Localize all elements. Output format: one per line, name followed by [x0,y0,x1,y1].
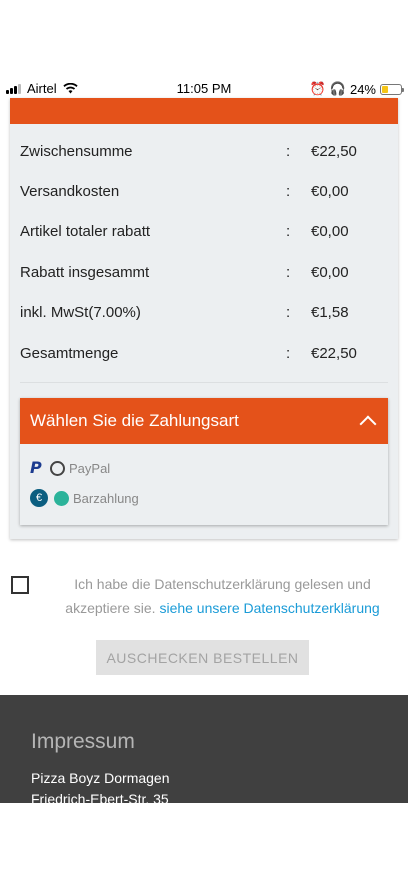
summary-row-subtotal: Zwischensumme : €22,50 [20,139,388,163]
payment-header[interactable]: Wählen Sie die Zahlungsart [20,398,388,444]
footer: Impressum Pizza Boyz Dormagen Friedrich-… [0,695,408,803]
summary-colon: : [286,344,291,362]
summary-label: Rabatt insgesammt [20,263,150,281]
summary-row-shipping: Versandkosten : €0,00 [20,179,388,203]
card-header-bar [10,98,398,124]
summary-row-total-discount: Rabatt insgesammt : €0,00 [20,260,388,284]
summary-row-item-discount: Artikel totaler rabatt : €0,00 [20,219,388,243]
footer-company: Pizza Boyz Dormagen [31,770,170,786]
privacy-consent: Ich habe die Datenschutzerklärung gelese… [0,572,408,622]
status-right: ⏰ 🎧 24% [309,81,404,97]
summary-colon: : [286,182,291,200]
summary-row-vat: inkl. MwSt(7.00%) : €1,58 [20,300,388,324]
summary-colon: : [286,222,291,240]
payment-option-label: Barzahlung [73,490,139,506]
consent-text: Ich habe die Datenschutzerklärung gelese… [50,572,395,620]
payment-option-cash[interactable]: € Barzahlung [30,488,139,508]
paypal-icon: P [30,458,42,477]
summary-label: Zwischensumme [20,142,133,160]
summary-label: Versandkosten [20,182,120,200]
divider [20,382,388,383]
summary-colon: : [286,263,291,281]
summary-label: Gesamtmenge [20,344,119,362]
chevron-up-icon[interactable] [359,415,377,433]
summary-value: €1,58 [311,303,349,321]
footer-title: Impressum [31,730,135,753]
summary-label: Artikel totaler rabatt [20,222,151,240]
battery-percent: 24% [349,81,376,97]
privacy-policy-link[interactable]: siehe unsere Datenschutzerklärung [159,600,379,616]
payment-option-label: PayPal [69,460,111,476]
summary-value: €0,00 [311,263,349,281]
cash-icon: € [30,489,48,507]
status-bar: Airtel 11:05 PM ⏰ 🎧 24% [0,78,408,100]
headphones-icon: 🎧 [329,81,346,96]
summary-value: €22,50 [311,142,357,160]
payment-method-panel: Wählen Sie die Zahlungsart P PayPal € Ba… [20,398,388,525]
summary-value: €22,50 [311,344,357,362]
privacy-checkbox[interactable] [11,576,29,594]
summary-value: €0,00 [311,182,349,200]
payment-title: Wählen Sie die Zahlungsart [30,411,239,430]
summary-colon: : [286,142,291,160]
battery-icon [380,83,404,95]
payment-option-paypal[interactable]: P PayPal [30,458,110,478]
footer-address: Friedrich-Ebert-Str. 35 [31,791,169,803]
summary-value: €0,00 [311,222,349,240]
alarm-icon: ⏰ [309,81,326,96]
cash-radio[interactable] [54,490,69,506]
paypal-radio[interactable] [50,460,65,476]
summary-label: inkl. MwSt(7.00%) [20,303,141,321]
summary-row-grand-total: Gesamtmenge : €22,50 [20,341,388,365]
checkout-button[interactable]: AUSCHECKEN BESTELLEN [96,640,309,675]
summary-colon: : [286,303,291,321]
order-summary-card: Zwischensumme : €22,50 Versandkosten : €… [10,98,398,539]
